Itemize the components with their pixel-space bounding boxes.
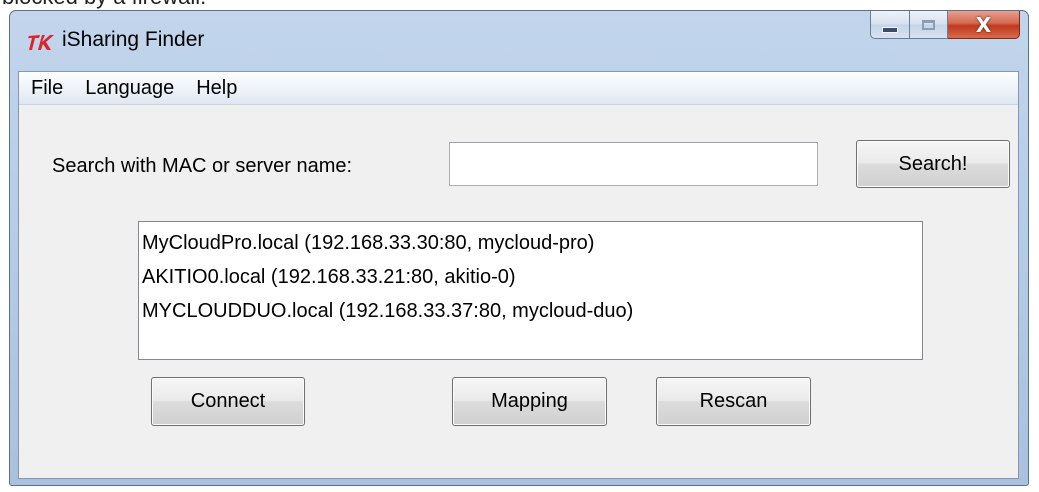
minimize-icon bbox=[882, 26, 898, 33]
window-title: iSharing Finder bbox=[62, 28, 205, 51]
maximize-button[interactable] bbox=[910, 11, 948, 39]
menu-help[interactable]: Help bbox=[185, 72, 248, 104]
window-bottom-border[interactable] bbox=[10, 477, 1028, 485]
backdrop-text: blocked by a firewall. bbox=[2, 0, 206, 10]
connect-button[interactable]: Connect bbox=[151, 377, 305, 426]
mapping-button[interactable]: Mapping bbox=[452, 377, 607, 426]
close-icon: X bbox=[975, 12, 992, 37]
search-button[interactable]: Search! bbox=[856, 140, 1010, 188]
list-item[interactable]: AKITIO0.local (192.168.33.21:80, akitio-… bbox=[142, 260, 922, 294]
menu-file[interactable]: File bbox=[19, 72, 74, 104]
rescan-button[interactable]: Rescan bbox=[656, 377, 811, 426]
menu-language[interactable]: Language bbox=[74, 72, 185, 104]
server-list[interactable]: MyCloudPro.local (192.168.33.30:80, mycl… bbox=[138, 221, 923, 360]
caption-buttons: X bbox=[870, 11, 1020, 39]
list-item[interactable]: MyCloudPro.local (192.168.33.30:80, mycl… bbox=[142, 226, 922, 260]
minimize-button[interactable] bbox=[870, 11, 910, 39]
tk-feather-icon bbox=[28, 35, 54, 50]
close-button[interactable]: X bbox=[948, 11, 1020, 39]
list-item[interactable]: MYCLOUDDUO.local (192.168.33.37:80, mycl… bbox=[142, 294, 922, 328]
app-window: iSharing Finder X File Language Help Sea… bbox=[9, 10, 1029, 486]
search-label: Search with MAC or server name: bbox=[52, 155, 353, 177]
title-bar[interactable]: iSharing Finder X bbox=[10, 11, 1028, 71]
search-input[interactable] bbox=[449, 142, 818, 186]
menu-bar: File Language Help bbox=[19, 72, 1018, 105]
maximize-icon bbox=[922, 19, 935, 30]
client-area: File Language Help Search with MAC or se… bbox=[18, 71, 1019, 479]
